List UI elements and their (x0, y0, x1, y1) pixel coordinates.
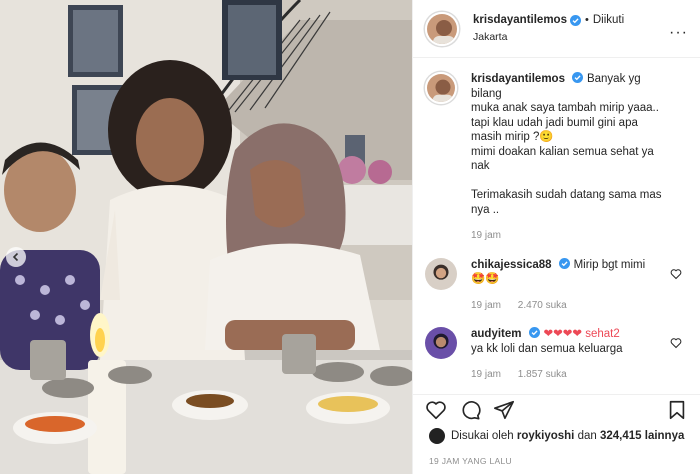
comment-meta: 19 jam 1.857 suka (471, 368, 671, 383)
caption-text-line (471, 174, 671, 189)
verified-badge-icon (528, 327, 540, 338)
more-options-icon[interactable]: ··· (669, 24, 688, 42)
comment-time[interactable]: 19 jam (471, 369, 501, 380)
photo-image (0, 0, 412, 474)
liker-avatar[interactable] (429, 428, 445, 444)
commenter-avatar[interactable] (425, 257, 457, 290)
like-comment-heart-icon[interactable] (670, 268, 682, 280)
comment-text: 🤩🤩 (471, 273, 500, 285)
caption-text-line: muka anak saya tambah mirip yaaa.. (471, 102, 659, 114)
caption-text-line: nya .. (471, 203, 500, 216)
action-bar (413, 394, 700, 424)
comment-meta: 19 jam 2.470 suka (471, 299, 671, 314)
comment-item: audyitem ❤❤❤❤ sehat2 ya kk loli dan semua… (425, 327, 686, 383)
post-photo[interactable] (0, 0, 412, 474)
comment-likes[interactable]: 2.470 suka (518, 300, 567, 311)
comment-time[interactable]: 19 jam (471, 300, 501, 311)
comment-text: ❤❤❤❤ sehat2 (543, 328, 620, 340)
comment-text: Mirip bgt mimi (573, 258, 646, 271)
author-username[interactable]: krisdayantilemos (473, 13, 567, 28)
caption-text-line: nak (471, 160, 490, 172)
caption-text-line: mimi doakan kalian semua sehat ya (471, 145, 654, 158)
caption-meta: 19 jam (471, 229, 671, 244)
verified-badge-icon (569, 14, 581, 26)
like-heart-icon[interactable] (425, 399, 447, 421)
post-side-panel: krisdayantilemos • Diikuti Jakarta ··· k… (412, 0, 700, 474)
caption-item: krisdayantilemos Banyak yg bilang muka an… (425, 72, 686, 244)
comment-likes[interactable]: 1.857 suka (518, 369, 567, 380)
comment-bubble-icon[interactable] (459, 399, 481, 421)
liker-username[interactable]: roykiyoshi (517, 430, 575, 442)
commenter-username[interactable]: audyitem (471, 328, 522, 340)
likes-joiner: dan (577, 430, 597, 442)
commenter-username[interactable]: chikajessica88 (471, 259, 552, 271)
verified-badge-icon (571, 72, 583, 83)
likes-prefix: Disukai oleh (451, 430, 514, 442)
comment-text: ya kk loli dan semua keluarga (471, 342, 623, 355)
like-comment-heart-icon[interactable] (670, 337, 682, 349)
follow-status-button[interactable]: Diikuti (593, 13, 624, 28)
post-header: krisdayantilemos • Diikuti Jakarta ··· (413, 0, 700, 58)
author-avatar[interactable] (425, 11, 459, 46)
post-timestamp[interactable]: 19 JAM YANG LALU (429, 456, 512, 466)
caption-text-line: tapi klau udah jadi bumil gini apa (471, 116, 638, 129)
save-bookmark-icon[interactable] (666, 399, 688, 421)
caption-text-line: masih mirip ?🙂 (471, 131, 554, 143)
verified-badge-icon (558, 257, 570, 269)
likes-count[interactable]: 324,415 lainnya (600, 430, 684, 442)
caption-time[interactable]: 19 jam (471, 230, 501, 241)
comments-list[interactable]: krisdayantilemos Banyak yg bilang muka an… (413, 58, 700, 388)
separator-dot: • (584, 13, 589, 26)
comment-item: chikajessica88 Mirip bgt mimi 🤩🤩 19 jam 2… (425, 257, 686, 314)
likes-summary: Disukai oleh roykiyoshi dan 324,415 lain… (429, 428, 690, 444)
commenter-avatar[interactable] (425, 327, 457, 359)
caption-text-line: Terimakasih sudah datang sama mas (471, 189, 662, 201)
chevron-left-icon (12, 252, 19, 262)
previous-photo-button[interactable] (6, 247, 26, 267)
share-paper-plane-icon[interactable] (493, 399, 515, 421)
post-location[interactable]: Jakarta (473, 30, 624, 45)
caption-avatar[interactable] (425, 72, 457, 104)
caption-username[interactable]: krisdayantilemos (471, 73, 565, 85)
